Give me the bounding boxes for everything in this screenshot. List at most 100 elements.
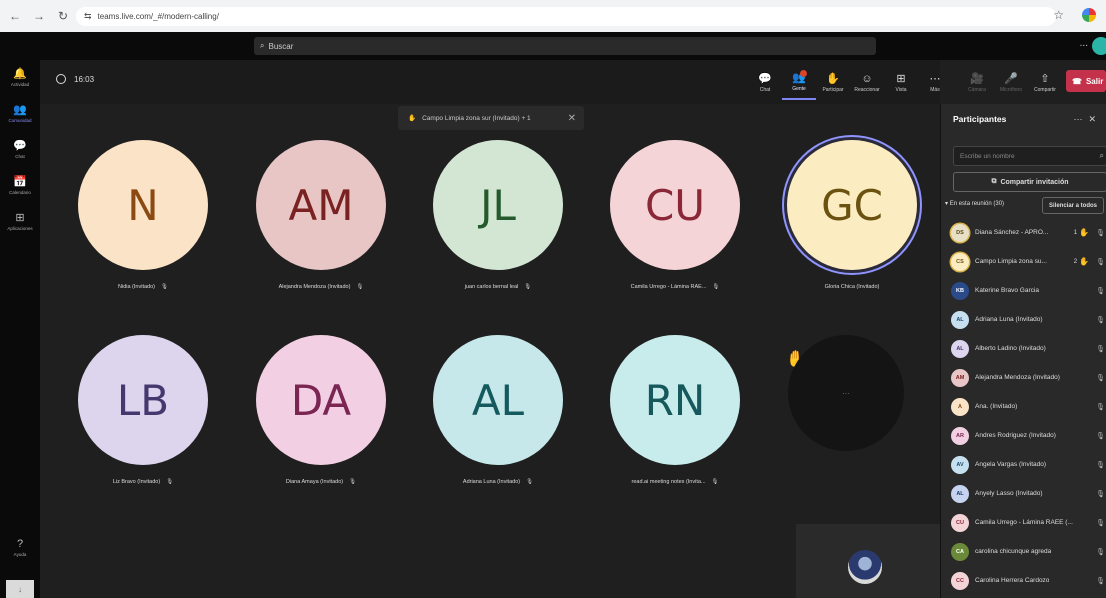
participant-list: DS Diana Sánchez - APRO... 1 ✋ 🎙 CS Campo Li… <box>941 218 1106 595</box>
share-icon: ⇧ <box>1040 73 1050 85</box>
download-icon[interactable]: ↓ <box>6 580 34 598</box>
extension-icon[interactable] <box>1082 8 1096 22</box>
rail-item-actividad[interactable]: 🔔 Actividad <box>0 60 40 96</box>
more-icon[interactable]: ⋯ <box>1073 114 1088 124</box>
leave-button[interactable]: ☎ Salir <box>1066 70 1106 92</box>
forward-icon[interactable]: → <box>30 7 48 25</box>
avatar: CC <box>951 571 969 590</box>
rail-item-chat[interactable]: 💬 Chat <box>0 132 40 168</box>
bookmark-star-icon[interactable]: ☆ <box>1053 8 1064 22</box>
avatar: CS <box>951 252 969 271</box>
in-meeting-toggle[interactable]: ▾ En esta reunión (30) <box>945 200 1004 207</box>
mic-icon: 🎤 <box>1004 73 1018 85</box>
tool-mic[interactable]: 🎤 Micrófono <box>994 66 1028 100</box>
search-input[interactable]: ⌕ Buscar <box>254 37 876 55</box>
mic-off-icon: 🎙 <box>712 284 720 290</box>
search-icon: ⌕ <box>260 41 265 50</box>
video-tile[interactable]: GC Gloria Chica (Invitado) <box>787 140 917 290</box>
close-icon[interactable]: ✕ <box>568 113 576 124</box>
rail-item-comunidad[interactable]: 👥 Comunidad <box>0 96 40 132</box>
hand-icon: ✋ <box>826 73 840 85</box>
tool-people[interactable]: 👥 Gente <box>782 66 816 100</box>
rail-item-label: Chat <box>15 154 25 159</box>
tool-react[interactable]: ☺ Reaccionar <box>850 66 884 100</box>
hand-order: 1 <box>1073 229 1078 236</box>
share-invite-label: Compartir invitación <box>1000 178 1069 186</box>
participant-row[interactable]: DS Diana Sánchez - APRO... 1 ✋ 🎙 <box>941 218 1106 247</box>
meeting-stage: ✋ Campo Limpia zona sur (Invitado) + 1 ✕… <box>40 104 940 598</box>
video-tile[interactable]: N Nidia (Invitado) 🎙 <box>78 140 208 290</box>
mic-off-icon: 🎙 <box>1096 316 1105 324</box>
mic-off-icon: 🎙 <box>1096 345 1105 353</box>
self-preview[interactable] <box>796 524 940 598</box>
participant-row[interactable]: CA carolina chicunque agreda 🎙 <box>941 537 1106 566</box>
tool-label: Participar <box>822 87 844 93</box>
avatar-initials: DS <box>956 229 964 236</box>
participant-row[interactable]: AL Anyely Lasso (Invitado) 🎙 <box>941 479 1106 508</box>
video-tile[interactable]: JL juan carlos bernal leal 🎙 <box>433 140 563 290</box>
help-button[interactable]: ? Ayuda <box>0 530 40 566</box>
avatar: AL <box>433 335 563 465</box>
participant-row[interactable]: CC Carolina Herrera Cardozo 🎙 <box>941 566 1106 595</box>
participant-row[interactable]: KB Katerine Bravo Garcia 🎙 <box>941 276 1106 305</box>
avatar-initials: AL <box>956 316 964 323</box>
tool-label: Compartir <box>1034 87 1056 93</box>
mic-off-icon: 🎙 <box>1096 229 1105 237</box>
shield-icon <box>56 74 66 84</box>
avatar-initials: N <box>127 180 159 230</box>
participant-row[interactable]: AV Angela Vargas (Invitado) 🎙 <box>941 450 1106 479</box>
tile-name: Alejandra Mendoza (Invitado) 🎙 <box>256 284 386 290</box>
mute-all-button[interactable]: Silenciar a todos <box>1042 197 1104 214</box>
participant-row[interactable]: AL Alberto Ladino (Invitado) 🎙 <box>941 334 1106 363</box>
rail-item-aplicaciones[interactable]: ⊞ Aplicaciones <box>0 204 40 240</box>
avatar[interactable] <box>1092 37 1106 55</box>
video-tile[interactable]: RN read.ai meeting notes (Invita... 🎙 <box>610 335 740 485</box>
participant-row[interactable]: A Ana. (Invitado) 🎙 <box>941 392 1106 421</box>
avatar-initials: AV <box>956 461 964 468</box>
participant-search-input[interactable]: Escribe un nombre ⌕ <box>953 146 1106 166</box>
participant-row[interactable]: AM Alejandra Mendoza (Invitado) 🎙 <box>941 363 1106 392</box>
app-rail: 🔔 Actividad 👥 Comunidad 💬 Chat 📅 Calendario ⊞ Apl… <box>0 60 40 598</box>
tool-hand[interactable]: ✋ Participar <box>816 66 850 100</box>
share-invite-button[interactable]: ⧉ Compartir invitación <box>953 172 1106 192</box>
video-tile[interactable]: CU Camila Urrego - Lámina RAE... 🎙 <box>610 140 740 290</box>
notice-text: Campo Limpia zona sur (Invitado) + 1 <box>422 114 531 122</box>
avatar: GC <box>787 140 917 270</box>
phone-hangup-icon: ☎ <box>1072 76 1082 86</box>
video-tile[interactable]: AM Alejandra Mendoza (Invitado) 🎙 <box>256 140 386 290</box>
participant-row[interactable]: CS Campo Limpia zona su... 2 ✋ 🎙 <box>941 247 1106 276</box>
mic-off-icon: 🎙 <box>1096 577 1105 585</box>
video-tile[interactable]: LB Liz Bravo (Invitado) 🎙 <box>78 335 208 485</box>
chat-icon: 💬 <box>13 140 27 152</box>
avatar: JL <box>433 140 563 270</box>
participant-row[interactable]: AR Andres Rodriguez (Invitado) 🎙 <box>941 421 1106 450</box>
tool-more[interactable]: ⋯ Más <box>918 66 952 100</box>
tool-camera[interactable]: 🎥 Cámara <box>960 66 994 100</box>
avatar-initials: CS <box>956 258 964 265</box>
more-options-icon[interactable]: ... <box>1080 38 1088 49</box>
video-tile[interactable]: AL Adriana Luna (Invitado) 🎙 <box>433 335 563 485</box>
video-tile[interactable]: DA Diana Amaya (Invitado) 🎙 <box>256 335 386 485</box>
back-icon[interactable]: ← <box>6 7 24 25</box>
video-tile-empty[interactable]: ··· <box>788 335 904 451</box>
tool-chat[interactable]: 💬 Chat <box>748 66 782 100</box>
rail-item-label: Actividad <box>10 82 30 87</box>
reload-icon[interactable]: ↻ <box>54 7 72 25</box>
rail-item-calendario[interactable]: 📅 Calendario <box>0 168 40 204</box>
participant-row[interactable]: AL Adriana Luna (Invitado) 🎙 <box>941 305 1106 334</box>
avatar: AL <box>951 484 969 503</box>
participant-name: Camila Urrego - Lámina RAE... <box>630 284 707 290</box>
participant-name: Adriana Luna (Invitado) <box>462 479 521 485</box>
tool-share[interactable]: ⇧ Compartir <box>1028 66 1062 100</box>
tile-name: Nidia (Invitado) 🎙 <box>78 284 208 290</box>
address-bar[interactable]: ⇆ teams.live.com/_#/modern-calling/ <box>76 7 1056 26</box>
raised-hand-notice[interactable]: ✋ Campo Limpia zona sur (Invitado) + 1 ✕ <box>398 106 584 130</box>
site-info-icon[interactable]: ⇆ <box>84 11 92 22</box>
tile-name: juan carlos bernal leal 🎙 <box>433 284 563 290</box>
participant-name: Diana Amaya (Invitado) <box>285 479 344 485</box>
participant-row[interactable]: CU Camila Urrego - Lámina RAEE (... 🎙 <box>941 508 1106 537</box>
close-icon[interactable]: ✕ <box>1088 114 1102 124</box>
meeting-toolbar: 💬 Chat 👥 Gente ✋ Participar ☺ Reaccionar ⊞ Vista ⋯… <box>748 66 1062 100</box>
tool-view[interactable]: ⊞ Vista <box>884 66 918 100</box>
meeting-timer: 16:03 <box>56 74 94 84</box>
